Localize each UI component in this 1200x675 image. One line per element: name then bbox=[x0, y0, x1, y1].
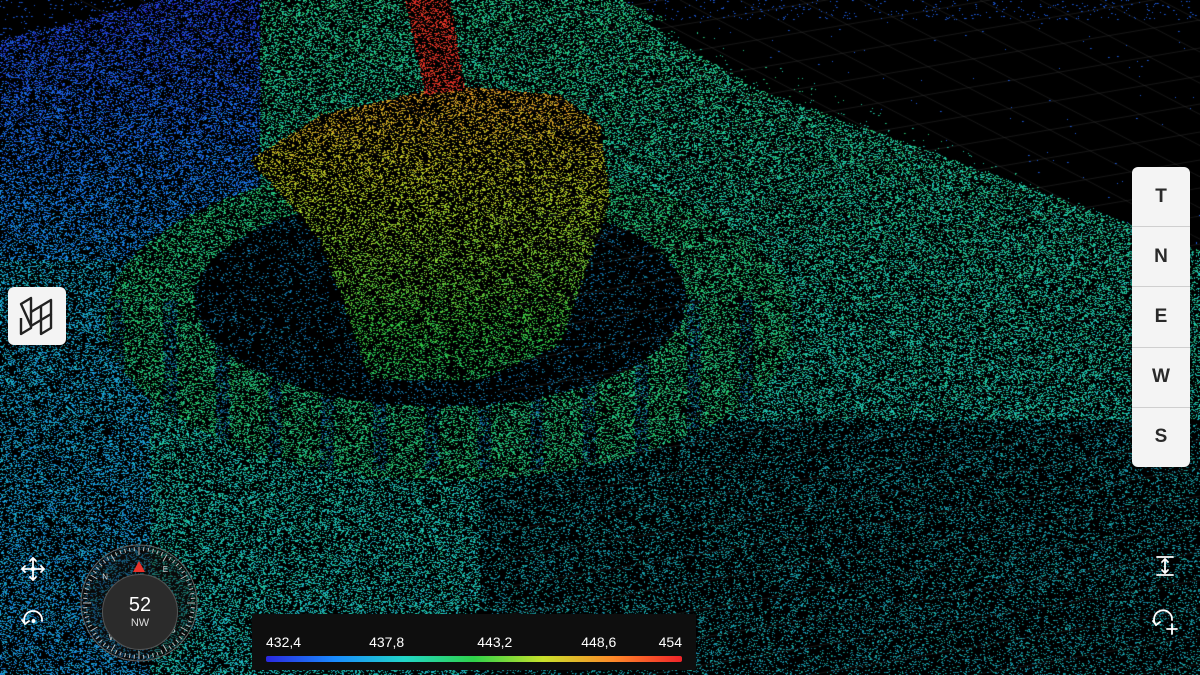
move-arrows-icon[interactable] bbox=[20, 556, 46, 582]
colorbar-label: 454 bbox=[658, 634, 682, 650]
layers-button[interactable] bbox=[8, 287, 66, 345]
view-orientation-panel: T N E W S bbox=[1132, 167, 1190, 467]
compass-letter: E bbox=[163, 565, 168, 574]
rotate-left-icon[interactable] bbox=[20, 608, 46, 634]
view-top-button[interactable]: T bbox=[1132, 167, 1190, 228]
rotate-add-icon[interactable] bbox=[1150, 608, 1180, 636]
colorbar-label: 443,2 bbox=[477, 634, 513, 650]
colorbar-gradient bbox=[266, 656, 682, 662]
colorbar-labels: 432,4 437,8 443,2 448,6 454 bbox=[266, 634, 682, 652]
view-north-button[interactable]: N bbox=[1132, 227, 1190, 288]
colorbar-label: 432,4 bbox=[266, 634, 302, 650]
height-measure-icon[interactable] bbox=[1152, 553, 1178, 579]
view-south-button[interactable]: S bbox=[1132, 408, 1190, 467]
compass-letter: N bbox=[102, 573, 108, 582]
heading-value: 52 bbox=[128, 594, 152, 616]
point-cloud-viewer[interactable]: T N E W S N E 52 NW 432,4 437,8 443,2 44… bbox=[0, 0, 1200, 675]
elevation-colorbar: 432,4 437,8 443,2 448,6 454 bbox=[252, 614, 696, 670]
colorbar-label: 448,6 bbox=[581, 634, 617, 650]
view-east-button[interactable]: E bbox=[1132, 287, 1190, 348]
heading-direction: NW bbox=[130, 617, 150, 629]
colorbar-label: 437,8 bbox=[369, 634, 405, 650]
stacked-layers-icon bbox=[19, 296, 53, 336]
view-west-button[interactable]: W bbox=[1132, 348, 1190, 408]
compass-readout: 52 NW bbox=[102, 574, 178, 650]
